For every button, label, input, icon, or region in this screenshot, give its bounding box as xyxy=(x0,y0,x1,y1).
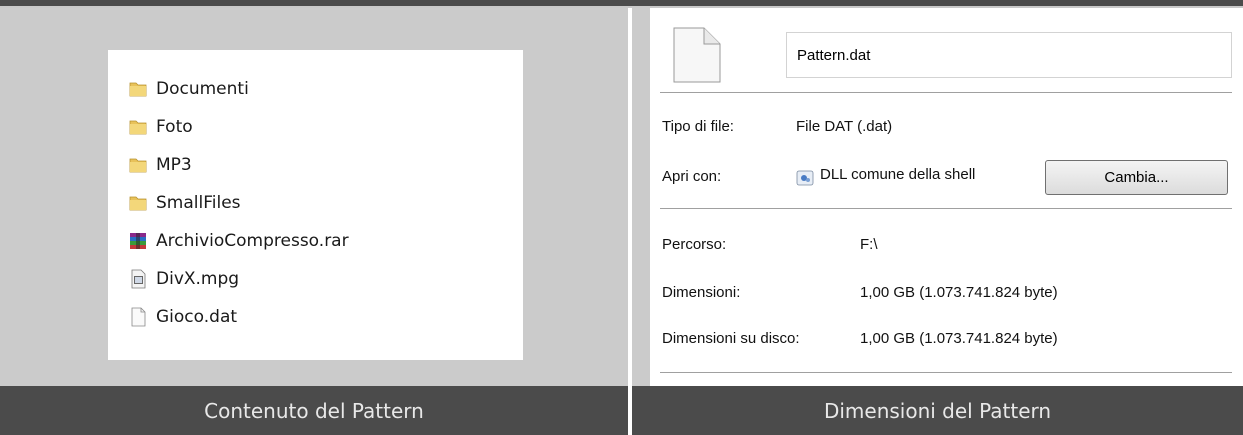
size-value: 1,00 GB (1.073.741.824 byte) xyxy=(860,284,1058,301)
size-on-disk-label: Dimensioni su disco: xyxy=(662,330,800,347)
folder-icon xyxy=(128,155,148,175)
blank-file-icon xyxy=(128,307,148,327)
list-item[interactable]: MP3 xyxy=(128,146,349,184)
file-name: SmallFiles xyxy=(156,193,241,213)
separator xyxy=(660,372,1232,373)
left-caption: Contenuto del Pattern xyxy=(0,386,628,435)
file-name: MP3 xyxy=(156,155,192,175)
file-name: Documenti xyxy=(156,79,249,99)
left-panel: Documenti Foto MP3 SmallFiles ArchivioCo… xyxy=(0,8,628,386)
file-type-label: Tipo di file: xyxy=(662,118,734,135)
file-name: Foto xyxy=(156,117,193,137)
list-item[interactable]: DivX.mpg xyxy=(128,260,349,298)
path-value: F:\ xyxy=(860,236,878,253)
open-with-label: Apri con: xyxy=(662,168,722,185)
video-file-icon xyxy=(128,269,148,289)
file-properties-dialog: Tipo di file: File DAT (.dat) Apri con: … xyxy=(650,8,1243,386)
list-item[interactable]: ArchivioCompresso.rar xyxy=(128,222,349,260)
document-icon xyxy=(668,26,726,88)
shell-dll-icon xyxy=(796,169,814,187)
list-item[interactable]: SmallFiles xyxy=(128,184,349,222)
size-label: Dimensioni: xyxy=(662,284,741,301)
path-label: Percorso: xyxy=(662,236,727,253)
file-name: DivX.mpg xyxy=(156,269,240,289)
file-name-field[interactable] xyxy=(786,32,1232,78)
file-list: Documenti Foto MP3 SmallFiles ArchivioCo… xyxy=(128,70,349,336)
list-item[interactable]: Gioco.dat xyxy=(128,298,349,336)
folder-icon xyxy=(128,79,148,99)
right-caption: Dimensioni del Pattern xyxy=(632,386,1243,435)
file-name: Gioco.dat xyxy=(156,307,238,327)
explorer-window: Documenti Foto MP3 SmallFiles ArchivioCo… xyxy=(108,50,523,360)
file-type-value: File DAT (.dat) xyxy=(796,118,893,135)
separator xyxy=(660,208,1232,209)
size-on-disk-value: 1,00 GB (1.073.741.824 byte) xyxy=(860,330,1058,347)
list-item[interactable]: Documenti xyxy=(128,70,349,108)
change-button[interactable]: Cambia... xyxy=(1045,160,1228,195)
folder-icon xyxy=(128,117,148,137)
open-with-value: DLL comune della shell xyxy=(820,166,976,183)
list-item[interactable]: Foto xyxy=(128,108,349,146)
folder-icon xyxy=(128,193,148,213)
rar-archive-icon xyxy=(128,231,148,251)
separator xyxy=(660,92,1232,93)
file-name: ArchivioCompresso.rar xyxy=(156,231,349,251)
